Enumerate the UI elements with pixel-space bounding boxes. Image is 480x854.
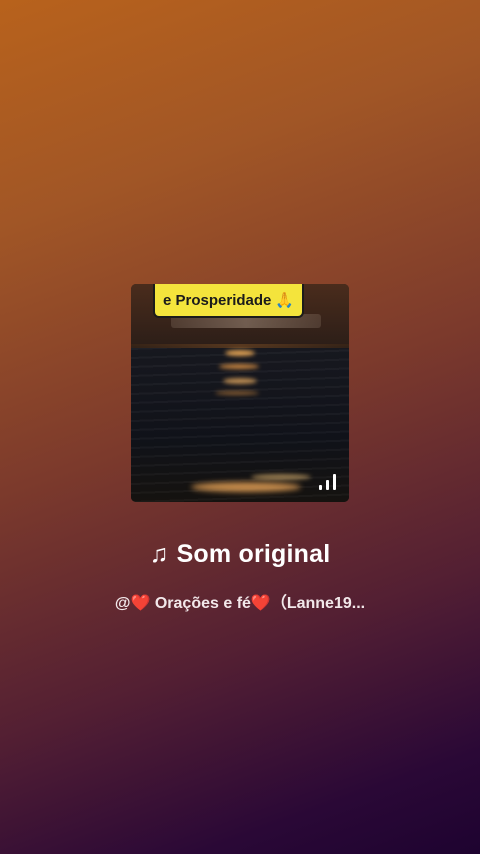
sound-cover-art[interactable]: e Prosperidade 🙏 <box>131 284 349 502</box>
sound-title[interactable]: ♫ Som original <box>0 540 480 569</box>
equalizer-bars-icon <box>319 474 336 490</box>
shore-glow <box>191 482 301 492</box>
sun-reflection <box>225 350 255 356</box>
cover-water <box>131 348 349 502</box>
sound-author-link[interactable]: @❤️ Orações e fé❤️（Lanne19... <box>0 589 480 613</box>
praying-hands-icon: 🙏 <box>275 292 295 309</box>
shore-glow <box>251 474 311 480</box>
sun-reflection <box>215 391 259 395</box>
equalizer-bar <box>333 474 336 490</box>
sound-title-text: Som original <box>176 540 331 568</box>
sun-reflection <box>223 378 257 384</box>
cover-caption-text: e Prosperidade <box>163 291 272 309</box>
equalizer-bar <box>319 485 322 490</box>
music-note-icon: ♫ <box>149 540 169 568</box>
sun-reflection <box>219 364 259 369</box>
cover-caption: e Prosperidade 🙏 <box>153 284 305 318</box>
equalizer-bar <box>326 480 329 490</box>
